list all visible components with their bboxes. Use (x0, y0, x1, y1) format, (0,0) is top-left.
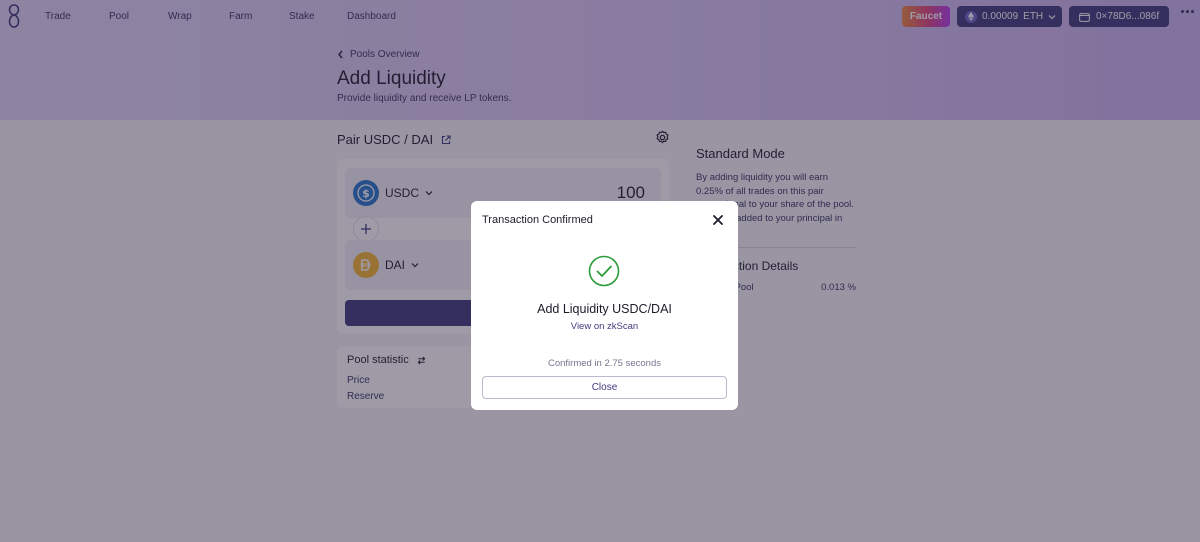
modal-heading: Add Liquidity USDC/DAI (537, 302, 672, 316)
transaction-confirmed-modal: Transaction Confirmed Add Liquidity USDC… (471, 201, 738, 410)
check-circle-icon (588, 255, 620, 287)
confirmation-time-text: Confirmed in 2.75 seconds (547, 358, 661, 369)
modal-title: Transaction Confirmed (482, 214, 593, 226)
view-on-zkscan-link[interactable]: View on zkScan (471, 321, 738, 332)
close-icon[interactable] (712, 214, 724, 226)
close-button[interactable]: Close (482, 376, 727, 399)
